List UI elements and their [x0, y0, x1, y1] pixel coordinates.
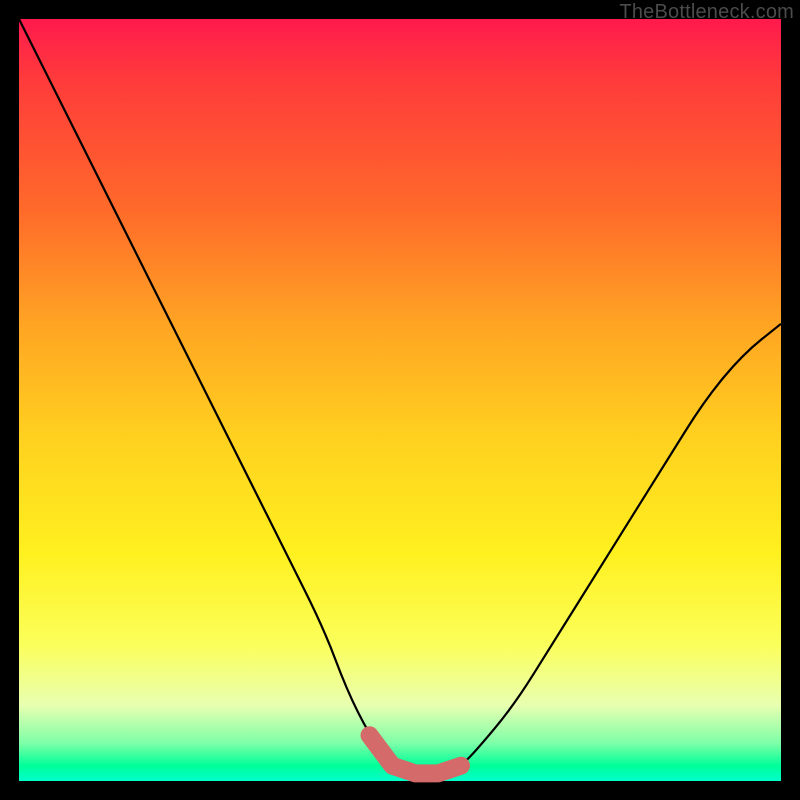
- outer-frame: TheBottleneck.com: [0, 0, 800, 800]
- optimal-highlight: [370, 735, 461, 773]
- chart-svg: [19, 19, 781, 781]
- curve-path: [19, 19, 781, 773]
- plot-area: [19, 19, 781, 781]
- watermark-text: TheBottleneck.com: [619, 1, 794, 24]
